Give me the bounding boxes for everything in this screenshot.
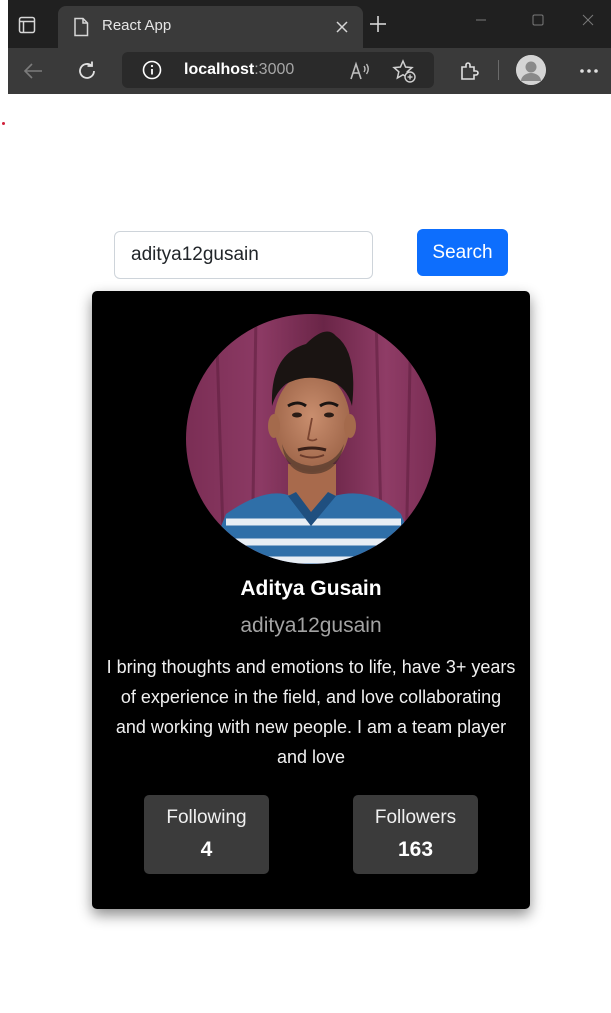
following-stat[interactable]: Following 4 <box>144 795 269 874</box>
back-button[interactable] <box>18 56 48 86</box>
profile-photo <box>186 314 436 564</box>
profile-name: Aditya Gusain <box>240 577 382 600</box>
address-bar[interactable]: localhost:3000 <box>122 52 434 88</box>
back-arrow-icon <box>23 63 42 79</box>
tab-actions-button[interactable] <box>14 12 40 38</box>
page-icon <box>74 17 89 37</box>
search-input[interactable] <box>114 231 373 279</box>
profile-avatar-button[interactable] <box>516 55 546 85</box>
profile-username: aditya12gusain <box>240 614 382 637</box>
maximize-icon <box>532 14 544 26</box>
star-add-icon <box>392 59 416 83</box>
close-window-button[interactable] <box>573 10 603 30</box>
puzzle-icon <box>461 62 479 80</box>
browser-chrome: React App localhost:3000 <box>8 0 611 94</box>
tab-bar: React App <box>8 0 611 48</box>
more-menu-button[interactable] <box>574 56 604 86</box>
followers-count: 163 <box>397 838 434 861</box>
tab-react-app[interactable]: React App <box>58 6 363 48</box>
profile-photo-image <box>186 314 436 564</box>
close-icon <box>336 21 348 33</box>
tab-title: React App <box>102 17 172 34</box>
read-aloud-icon <box>350 61 369 80</box>
tab-close-button[interactable] <box>331 16 353 38</box>
read-aloud-button[interactable] <box>348 59 372 83</box>
followers-stat[interactable]: Followers 163 <box>353 795 478 874</box>
toolbar-divider <box>498 60 499 80</box>
refresh-button[interactable] <box>72 56 102 86</box>
plus-icon <box>370 16 386 32</box>
profile-bio: I bring thoughts and emotions to life, h… <box>106 657 516 767</box>
maximize-button[interactable] <box>523 10 553 30</box>
user-avatar-icon <box>516 55 546 85</box>
address-port: :3000 <box>254 61 295 78</box>
info-icon[interactable] <box>142 60 162 80</box>
following-label: Following <box>166 807 247 828</box>
profile-card: Aditya Gusain aditya12gusain I bring tho… <box>92 291 530 909</box>
tab-actions-icon <box>18 16 36 34</box>
stray-dot <box>2 122 5 125</box>
search-button[interactable]: Search <box>417 229 508 276</box>
extensions-button[interactable] <box>454 56 484 86</box>
close-window-icon <box>582 14 594 26</box>
new-tab-button[interactable] <box>366 12 390 36</box>
minimize-icon <box>476 19 486 21</box>
following-count: 4 <box>200 838 213 861</box>
followers-label: Followers <box>374 807 457 828</box>
address-host: localhost <box>184 61 255 78</box>
address-url[interactable]: localhost:3000 <box>184 61 294 79</box>
minimize-button[interactable] <box>466 10 496 30</box>
more-dots-icon <box>580 69 598 73</box>
refresh-icon <box>79 61 95 79</box>
navigation-bar: localhost:3000 <box>8 48 611 94</box>
add-favorite-button[interactable] <box>392 59 416 83</box>
